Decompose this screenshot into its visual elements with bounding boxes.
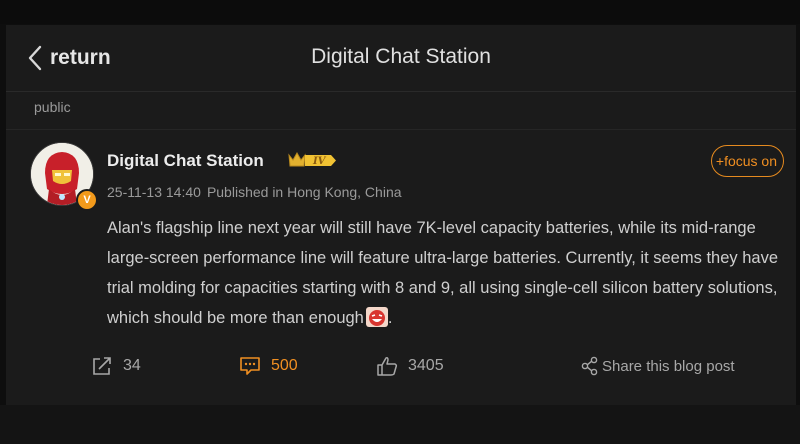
verified-badge: V [76, 189, 98, 211]
repost-count: 34 [123, 357, 141, 374]
comment-count: 500 [271, 357, 298, 374]
divider [6, 129, 796, 130]
header: return Digital Chat Station [6, 25, 796, 92]
action-bar: 34 500 3405 Share this blog post [6, 350, 796, 382]
post-meta: 25-11-13 14:40 Published in Hong Kong, Ch… [107, 184, 402, 200]
post-date: 25-11-13 14:40 [107, 184, 201, 200]
visibility-label: public [34, 99, 71, 115]
repost-icon [93, 357, 111, 375]
crown-level-icon: IV [288, 151, 336, 167]
author-name[interactable]: Digital Chat Station [107, 151, 264, 171]
thumbs-up-icon [377, 357, 398, 376]
comment-button[interactable]: 500 [239, 350, 298, 382]
post-card: return Digital Chat Station public V Dig… [6, 25, 796, 405]
repost-button[interactable]: 34 [91, 350, 141, 382]
like-count: 3405 [408, 357, 444, 374]
top-band [0, 0, 800, 24]
like-button[interactable]: 3405 [376, 350, 444, 382]
level-badge-text: IV [312, 156, 327, 167]
follow-button[interactable]: +focus on [710, 145, 784, 177]
laughing-emoji-icon [365, 307, 388, 327]
post-body: Alan's flagship line next year will stil… [107, 219, 778, 327]
share-button[interactable]: Share this blog post [580, 350, 735, 382]
share-icon [581, 356, 598, 376]
comment-icon [240, 357, 260, 375]
post-body-end: . [387, 309, 393, 327]
bottom-band [0, 405, 800, 444]
page-title: Digital Chat Station [311, 45, 491, 68]
post-location: Published in Hong Kong, China [206, 184, 402, 200]
post-text: Alan's flagship line next year will stil… [107, 213, 787, 333]
share-label: Share this blog post [602, 357, 735, 375]
